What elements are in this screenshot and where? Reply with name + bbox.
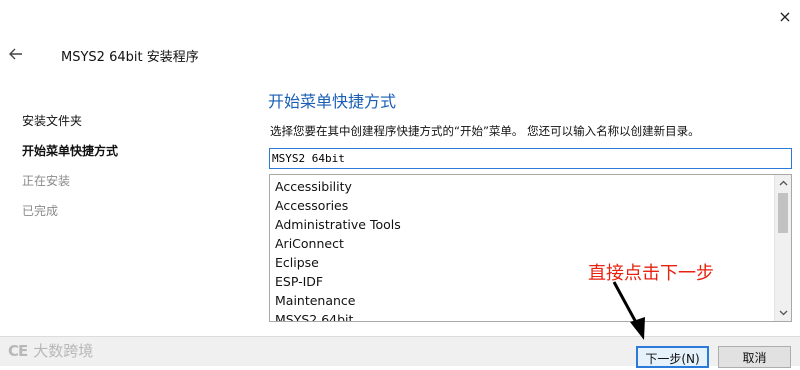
start-menu-folder-list[interactable]: Accessibility Accessories Administrative… [269, 174, 792, 322]
chevron-down-icon [779, 310, 787, 316]
list-item[interactable]: Accessibility [275, 177, 401, 196]
start-menu-folder-input[interactable] [269, 148, 792, 169]
window-title: MSYS2 64bit 安装程序 [61, 50, 199, 65]
step-install-folder: 安装文件夹 [22, 114, 83, 128]
close-button[interactable]: × [770, 2, 800, 30]
list-item[interactable]: MSYS2 64bit [275, 310, 401, 321]
watermark-logo: CE [8, 341, 28, 360]
annotation-arrow-icon [612, 281, 645, 340]
list-item[interactable]: Administrative Tools [275, 215, 401, 234]
watermark-text: 大数跨境 [33, 342, 94, 360]
scroll-up-button[interactable] [775, 175, 791, 191]
step-list: 安装文件夹 开始菜单快捷方式 正在安装 已完成 [22, 112, 118, 232]
step-start-menu-shortcuts: 开始菜单快捷方式 [22, 144, 119, 158]
list-item[interactable]: ESP-IDF [275, 272, 401, 291]
scroll-down-button[interactable] [775, 305, 791, 321]
scroll-thumb[interactable] [778, 193, 788, 233]
watermark: CE 大数跨境 [8, 340, 93, 361]
list-item[interactable]: AriConnect [275, 234, 401, 253]
chevron-up-icon [779, 180, 787, 186]
section-title: 开始菜单快捷方式 [268, 92, 397, 111]
back-button[interactable] [4, 42, 28, 66]
arrow-left-icon [9, 48, 22, 60]
list-scrollbar[interactable] [774, 175, 791, 321]
instruction-text: 选择您要在其中创建程序快捷方式的“开始”菜单。 您还可以输入名称以创建新目录。 [270, 124, 700, 138]
list-item[interactable]: Eclipse [275, 253, 401, 272]
close-icon: × [778, 6, 792, 26]
step-finished: 已完成 [22, 204, 59, 218]
list-item[interactable]: Accessories [275, 196, 401, 215]
list-item[interactable]: Maintenance [275, 291, 401, 310]
step-installing: 正在安装 [22, 174, 71, 188]
